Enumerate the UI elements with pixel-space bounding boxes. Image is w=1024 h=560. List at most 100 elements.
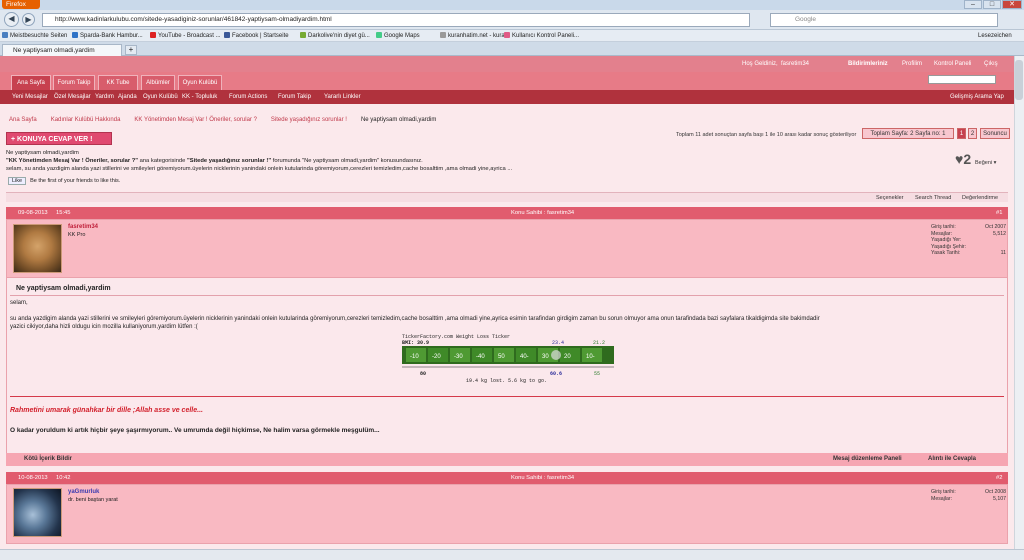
breadcrumb-link[interactable]: Sitede yaşadığınız sorunlar ! [271,117,347,123]
bookmark-label: Google Maps [384,33,420,39]
options-menu[interactable]: Seçenekler [876,193,904,203]
page-info: Toplam 11 adet sonuçtan sayfa başı 1 ile… [676,132,857,138]
post-date: 09-08-2013 [18,210,48,216]
intro-category-link[interactable]: "KK Yönetimden Mesaj Var ! Öneriler, sor… [6,158,138,164]
pager-page-1[interactable]: 1 [957,128,966,139]
tab-4[interactable]: Oyun Kulübü [178,75,222,90]
ticker-start: 80 [420,371,426,377]
username-link[interactable]: yaGmurluk [68,489,99,495]
web-page: Hoş Geldiniz, fasretim34 Bildirimleriniz… [0,56,1014,556]
post-number[interactable]: #1 [996,207,1002,219]
new-tab-button[interactable]: + [125,45,137,55]
facebook-like: Like Be the first of your friends to like… [8,177,120,185]
sub-nav-item[interactable]: Yararlı Linkler [324,90,361,104]
user-stats: Giriş tarihi: Oct 2007 Mesajlar: 5,512 Yaşad… [931,224,1006,257]
breadcrumb-link[interactable]: Ana Sayfa [9,117,37,123]
breadcrumb-link[interactable]: KK Yönetimden Mesaj Var ! Öneriler, soru… [134,117,257,123]
tab-bar: Ne yaptiysam olmadi,yardim + [0,42,1024,56]
ticker-scale-label: -10 [410,354,419,360]
user-link[interactable]: fasretim34 [781,56,809,72]
intro-title: Ne yaptiysam olmadi,yardim [6,150,79,156]
profile-link[interactable]: Profilim [902,56,922,72]
avatar[interactable] [13,488,62,537]
site-search-input[interactable] [928,75,996,84]
advanced-search-link[interactable]: Gelişmiş Arama Yap [950,90,1004,104]
bookmark-label: Facebook | Startseite [232,33,289,39]
url-bar[interactable]: http://www.kadinlarkulubu.com/sitede-yas… [42,13,750,27]
post-userinfo: fasretim34 KK Pro Giriş tarihi: Oct 2007 M… [6,219,1008,278]
maximize-button[interactable]: □ [983,0,1001,9]
like-button[interactable]: Like [8,177,27,185]
post-time: 15:45 [56,210,71,216]
scrollbar[interactable] [1014,56,1024,556]
stat-value: 5,512 [993,230,1006,237]
sub-nav-item[interactable]: Ajanda [118,90,137,104]
username-link[interactable]: fasretim34 [68,224,98,230]
like-text: Be the first of your friends to like thi… [30,178,121,184]
pager-page-2[interactable]: 2 [968,128,977,139]
tab-3[interactable]: Albümler [141,75,175,90]
tab-active[interactable]: Ne yaptiysam olmadi,yardim [2,44,122,56]
post-header: 10-08-2013 10:42 Konu Sahibi : fasretim3… [6,472,1008,484]
ticker-scale-label: 10- [586,354,595,360]
divider [10,295,1004,296]
close-window-button[interactable]: ✕ [1002,0,1022,9]
intro-forum-link[interactable]: "Sitede yaşadığınız sorunlar !" [187,158,271,164]
scrollbar-thumb[interactable] [1015,60,1023,100]
ticker-scale-label: 50 [498,354,505,360]
bookmark-item[interactable]: Kullanıcı Kontrol Paneli... [504,30,579,42]
signature-divider [10,396,1004,397]
stat-value: 5,107 [993,495,1006,502]
sub-nav-item[interactable]: Forum Actions [229,90,267,104]
ticker-bmi-mid: 23.4 [552,340,564,346]
intro-location: "KK Yönetimden Mesaj Var ! Öneriler, sor… [6,157,706,165]
edit-panel-button[interactable]: Mesaj düzenleme Paneli [833,453,902,466]
forward-icon[interactable]: ▶ [22,13,35,26]
back-icon[interactable]: ◀ [4,12,19,27]
bookmark-item[interactable]: kuranhatim.net - kura... [440,30,510,42]
post-body: selam, su anda yazdigim alanda yazi stil… [10,299,830,331]
bookmark-label: Sparda-Bank Hambur... [80,33,143,39]
bookmark-icon [72,32,78,38]
sub-nav-item[interactable]: Özel Mesajlar [54,90,91,104]
post-number[interactable]: #2 [996,472,1002,484]
rating-menu[interactable]: Değerlendirme [962,193,998,203]
sub-nav-item[interactable]: KK - Topluluk [182,90,217,104]
sub-nav-item[interactable]: Oyun Kulübü [143,90,178,104]
sub-nav-item[interactable]: Yeni Mesajlar [12,90,48,104]
avatar[interactable] [13,224,62,273]
chevron-down-icon: ▾ [992,160,997,166]
ticker-goal: 55 [594,371,600,377]
control-panel-link[interactable]: Kontrol Paneli [934,56,971,72]
minimize-button[interactable]: – [964,0,982,9]
breadcrumb-link[interactable]: Kadınlar Kulübü Hakkında [51,117,121,123]
bookmarks-menu[interactable]: Lesezeichen [978,30,1012,42]
pager-last[interactable]: Sonuncu [980,128,1010,139]
tab-1[interactable]: Forum Takip [53,75,95,90]
bookmark-item[interactable]: YouTube - Broadcast ... [150,30,221,42]
ticker-bmi: BMI: 30.9 [402,340,429,346]
bookmark-item[interactable]: Sparda-Bank Hambur... [72,30,143,42]
bookmark-item[interactable]: Darkolive'nin diyet gü... [300,30,370,42]
pager: Toplam Sayfa: 2 Sayfa no: 1 1 2 Sonuncu [862,128,1010,140]
firefox-menu-button[interactable]: Firefox [2,0,40,9]
bookmark-item[interactable]: Meistbesuchte Seiten [2,30,67,42]
quote-reply-button[interactable]: Alıntı ile Cevapla [928,453,976,466]
sub-nav-item[interactable]: Forum Takip [278,90,311,104]
logout-link[interactable]: Çıkış [984,56,998,72]
post-greeting: selam, [10,300,28,306]
tab-2[interactable]: KK Tube [98,75,138,90]
likes-widget[interactable]: ♥2 Beğeni ▾ [955,151,996,167]
reply-button[interactable]: + KONUYA CEVAP VER ! [6,132,112,145]
bookmark-item[interactable]: Google Maps [376,30,420,42]
pager-summary: Toplam Sayfa: 2 Sayfa no: 1 [862,128,954,139]
notifications-link[interactable]: Bildirimleriniz [848,56,888,72]
search-thread-menu[interactable]: Search Thread [915,193,951,203]
ticker-marker-icon [551,350,561,360]
bookmark-item[interactable]: Facebook | Startseite [224,30,289,42]
sub-nav-item[interactable]: Yardım [95,90,114,104]
search-input[interactable]: Google [770,13,998,27]
report-button[interactable]: Kötü İçerik Bildir [24,453,72,466]
post-date: 10-08-2013 [18,475,48,481]
tab-0[interactable]: Ana Sayfa [11,75,51,90]
